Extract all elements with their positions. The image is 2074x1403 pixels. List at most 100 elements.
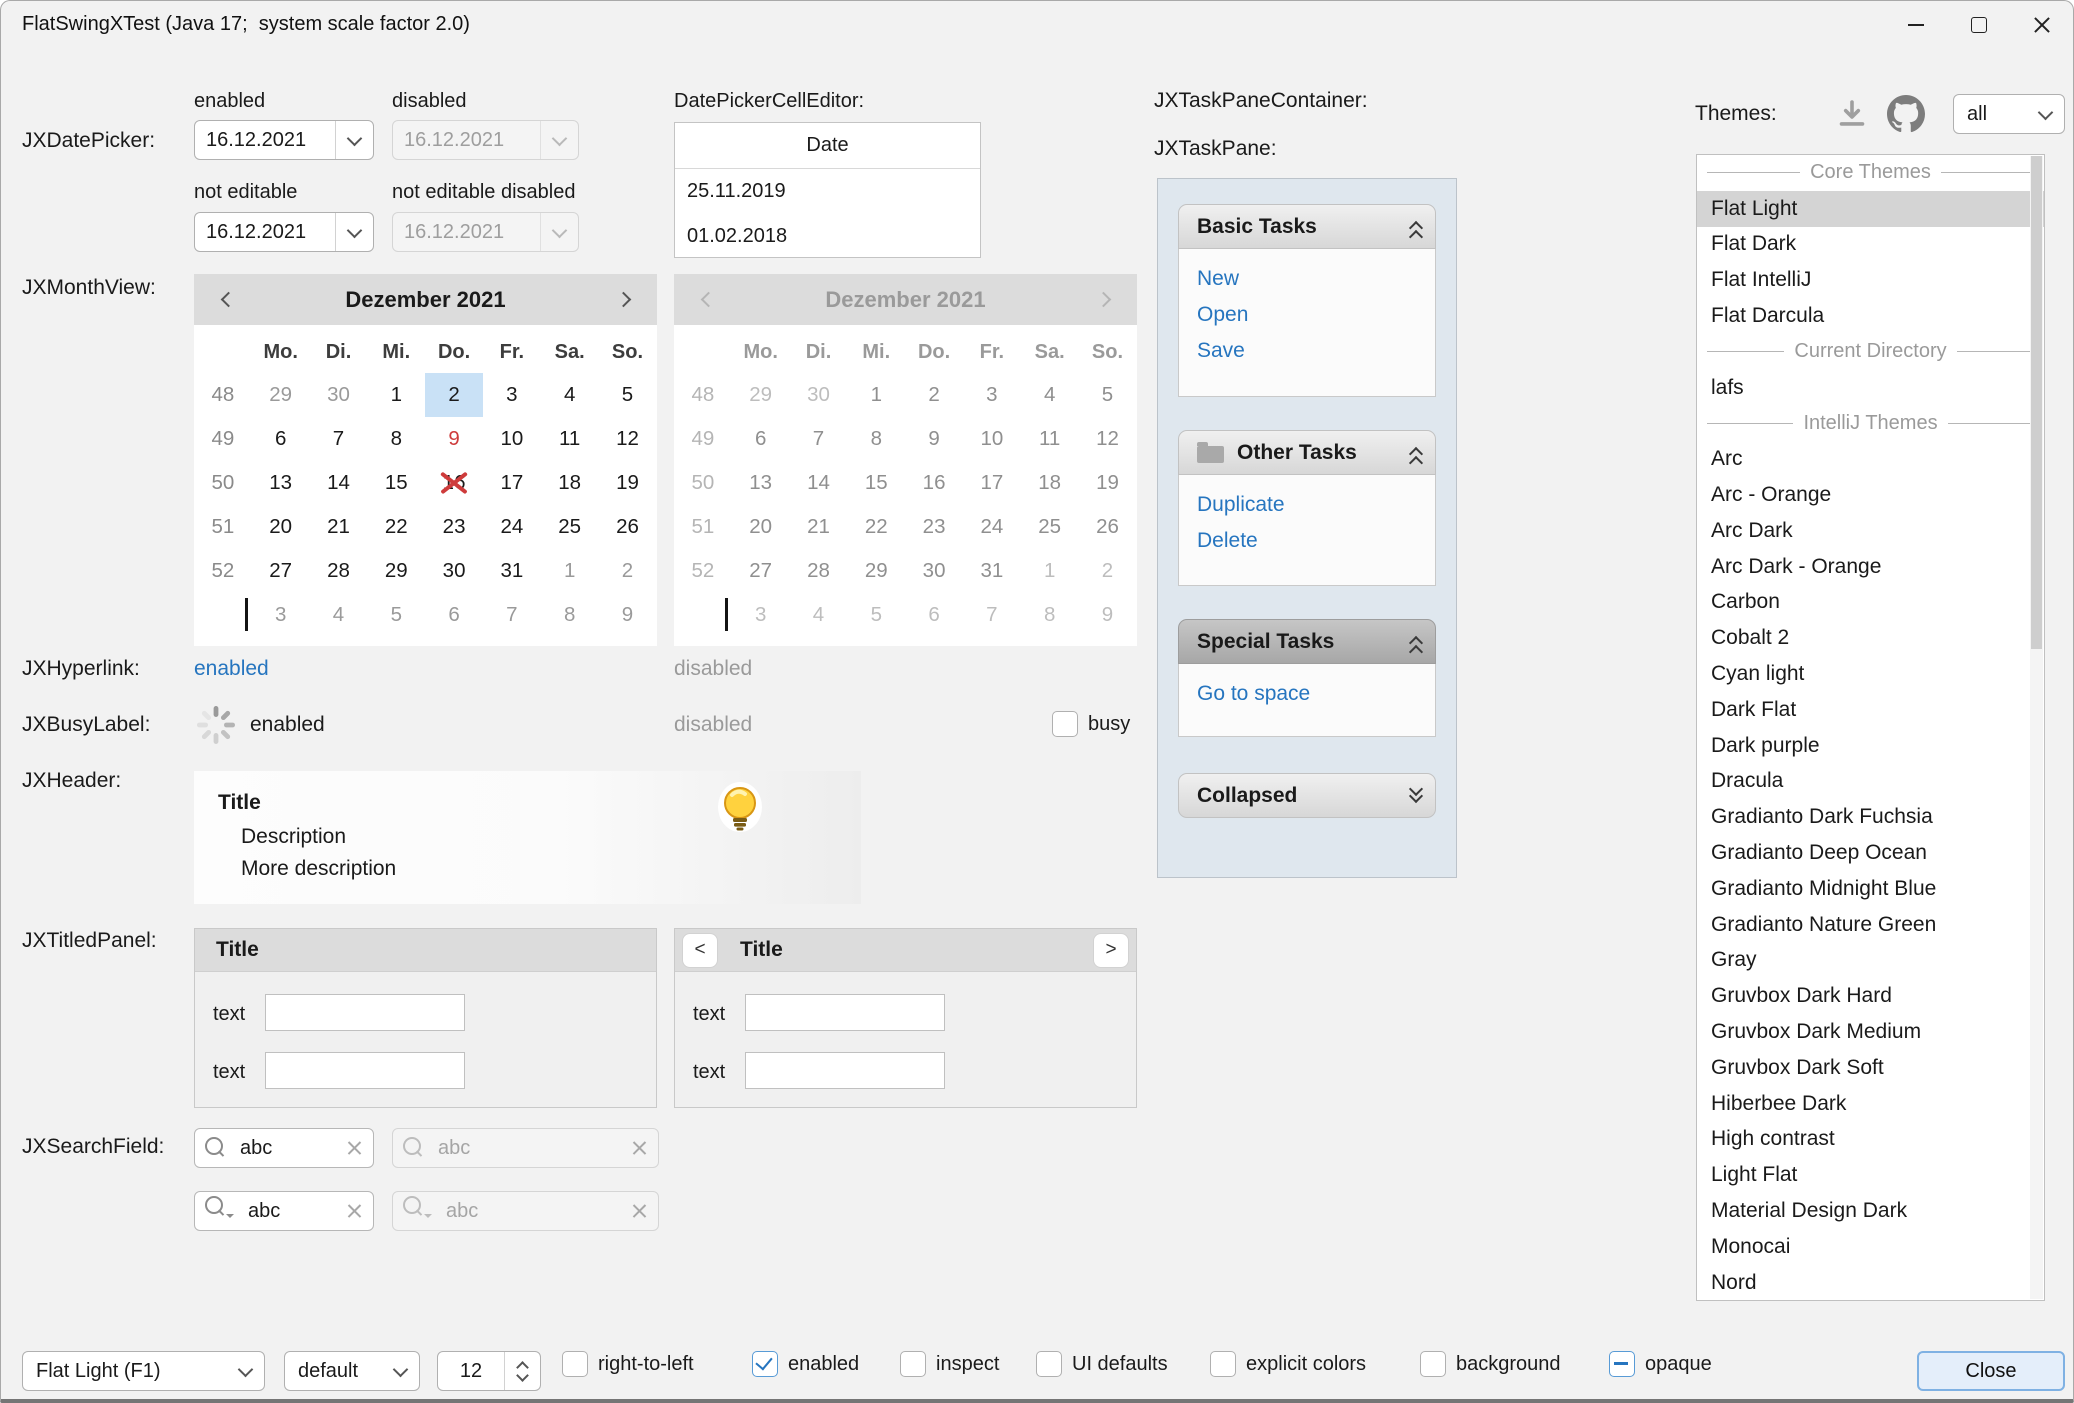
calendar-day[interactable]: 26	[599, 505, 657, 549]
calendar-day[interactable]: 9	[599, 593, 657, 637]
text-field[interactable]	[745, 1052, 945, 1089]
theme-item[interactable]: Carbon	[1697, 585, 2044, 621]
checkbox-box[interactable]	[1036, 1351, 1062, 1377]
theme-item[interactable]: Cyan light	[1697, 656, 2044, 692]
text-field[interactable]	[265, 1052, 465, 1089]
search-input[interactable]	[239, 1200, 346, 1223]
calendar-day[interactable]: 2	[599, 549, 657, 593]
close-button[interactable]: Close	[1917, 1351, 2065, 1391]
theme-item[interactable]: Dark Flat	[1697, 692, 2044, 728]
calendar-day[interactable]: 20	[252, 505, 310, 549]
theme-item[interactable]: Gray	[1697, 943, 2044, 979]
calendar-day[interactable]: 5	[367, 593, 425, 637]
theme-item[interactable]: lafs	[1697, 370, 2044, 406]
calendar-day[interactable]: 6	[252, 417, 310, 461]
theme-item[interactable]: Gradianto Nature Green	[1697, 907, 2044, 943]
calendar-day[interactable]: 13	[252, 461, 310, 505]
calendar-day[interactable]: 29	[252, 373, 310, 417]
taskpane-header[interactable]: Other Tasks	[1178, 430, 1436, 475]
theme-item[interactable]: Gradianto Dark Fuchsia	[1697, 799, 2044, 835]
theme-item[interactable]: Gradianto Deep Ocean	[1697, 835, 2044, 871]
checkbox-box[interactable]	[1210, 1351, 1236, 1377]
theme-item[interactable]: Arc Dark	[1697, 513, 2044, 549]
theme-item[interactable]: Nord	[1697, 1265, 2044, 1301]
titled-panel-left-button[interactable]: <	[682, 933, 718, 968]
calendar-day[interactable]: 23	[425, 505, 483, 549]
calendar-day[interactable]: 15	[367, 461, 425, 505]
busy-checkbox[interactable]: busy	[1052, 711, 1130, 737]
clear-icon[interactable]	[346, 1203, 363, 1220]
checkbox-right-to-left[interactable]: right-to-left	[562, 1351, 694, 1377]
taskpane-header[interactable]: Collapsed	[1178, 773, 1436, 818]
close-window-button[interactable]	[2010, 1, 2073, 49]
calendar-day[interactable]: 3	[252, 593, 310, 637]
calendar-day[interactable]: 22	[367, 505, 425, 549]
laf-combo[interactable]: Flat Light (F1)	[22, 1351, 265, 1391]
checkbox-box[interactable]	[752, 1351, 778, 1377]
calendar-day[interactable]: 7	[310, 417, 368, 461]
calendar-day[interactable]: 4	[541, 373, 599, 417]
theme-item[interactable]: Gruvbox Dark Hard	[1697, 978, 2044, 1014]
calendar-day[interactable]: 19	[599, 461, 657, 505]
calendar-day[interactable]: 31	[483, 549, 541, 593]
taskpane-link-delete[interactable]: Delete	[1197, 523, 1435, 559]
text-input[interactable]	[746, 1053, 944, 1088]
theme-item[interactable]: Light Flat	[1697, 1157, 2044, 1193]
calendar-day[interactable]: 1	[541, 549, 599, 593]
calendar-day[interactable]: 11	[541, 417, 599, 461]
text-field[interactable]	[265, 994, 465, 1031]
theme-item[interactable]: Gradianto Midnight Blue	[1697, 871, 2044, 907]
taskpane-link-go-to-space[interactable]: Go to space	[1197, 676, 1435, 712]
text-input[interactable]	[266, 995, 464, 1030]
checkbox-box[interactable]	[1420, 1351, 1446, 1377]
checkbox-box[interactable]	[900, 1351, 926, 1377]
chevron-double-down-icon[interactable]	[1411, 789, 1421, 803]
font-combo[interactable]: default	[284, 1351, 420, 1391]
calendar-day[interactable]: 21	[310, 505, 368, 549]
themes-filter-combo[interactable]: all	[1953, 94, 2065, 134]
chevron-double-up-icon[interactable]	[1411, 218, 1421, 236]
theme-item[interactable]: Hiberbee Dark	[1697, 1086, 2044, 1122]
calendar-day[interactable]: 14	[310, 461, 368, 505]
calendar-day[interactable]: 29	[367, 549, 425, 593]
scrollbar-thumb[interactable]	[2031, 156, 2042, 649]
taskpane-header[interactable]: Special Tasks	[1178, 619, 1436, 664]
calendar-day[interactable]: 18	[541, 461, 599, 505]
checkbox-box[interactable]	[1052, 711, 1078, 737]
datepicker-not-editable[interactable]: 16.12.2021	[194, 212, 374, 252]
hyperlink-enabled[interactable]: enabled	[194, 655, 269, 683]
spinner-value[interactable]: 12	[438, 1352, 504, 1390]
search-field-with-menu[interactable]	[194, 1191, 374, 1231]
calendar-day[interactable]: 27	[252, 549, 310, 593]
prev-month-button[interactable]	[200, 274, 256, 325]
calendar-day[interactable]: 2	[425, 373, 483, 417]
scrollbar-track[interactable]	[2030, 156, 2043, 1299]
theme-item[interactable]: Flat Light	[1697, 191, 2044, 227]
checkbox-opaque[interactable]: opaque	[1609, 1351, 1712, 1377]
theme-item[interactable]: Cobalt 2	[1697, 620, 2044, 656]
text-field[interactable]	[745, 994, 945, 1031]
calendar-day[interactable]: 24	[483, 505, 541, 549]
taskpane-link-duplicate[interactable]: Duplicate	[1197, 487, 1435, 523]
theme-item[interactable]: Gruvbox Dark Medium	[1697, 1014, 2044, 1050]
theme-item[interactable]: Arc	[1697, 441, 2044, 477]
font-size-spinner[interactable]: 12	[437, 1351, 541, 1391]
calendar-day[interactable]: 28	[310, 549, 368, 593]
taskpane-link-save[interactable]: Save	[1197, 333, 1435, 369]
calendar-day[interactable]: 25	[541, 505, 599, 549]
calendar-day[interactable]: 6	[425, 593, 483, 637]
search-icon[interactable]	[205, 1141, 231, 1155]
download-icon[interactable]	[1834, 96, 1870, 132]
theme-item[interactable]: Arc Dark - Orange	[1697, 549, 2044, 585]
spinner-buttons[interactable]	[504, 1352, 540, 1390]
taskpane-link-new[interactable]: New	[1197, 261, 1435, 297]
calendar-day[interactable]: 8	[367, 417, 425, 461]
maximize-button[interactable]	[1947, 1, 2010, 49]
search-input[interactable]	[231, 1137, 346, 1160]
checkbox-box[interactable]	[1609, 1351, 1635, 1377]
datepicker-enabled[interactable]: 16.12.2021	[194, 120, 374, 160]
calendar-day[interactable]: 30	[310, 373, 368, 417]
calendar-day[interactable]: 30	[425, 549, 483, 593]
checkbox-ui-defaults[interactable]: UI defaults	[1036, 1351, 1168, 1377]
theme-item[interactable]: Dracula	[1697, 764, 2044, 800]
